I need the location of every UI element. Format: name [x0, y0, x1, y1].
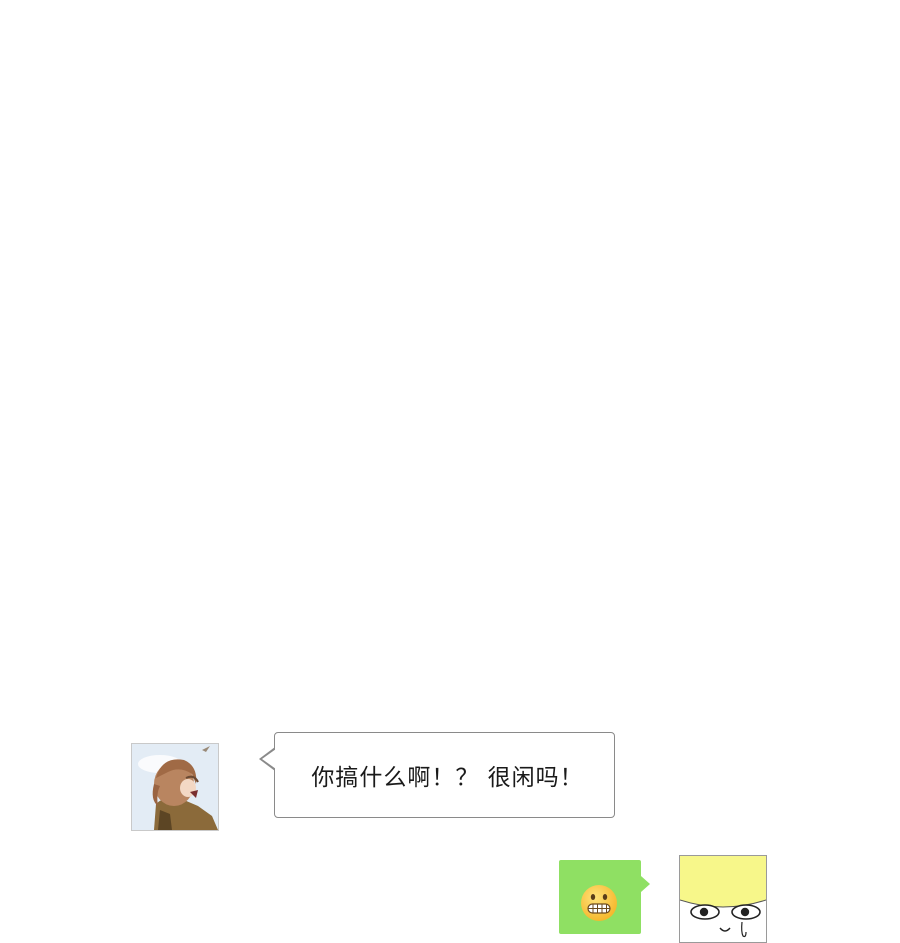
- yellow-face-avatar-icon[interactable]: [679, 855, 767, 943]
- chat-area: 你搞什么啊！？ 很闲吗！: [0, 0, 900, 943]
- outgoing-message-bubble[interactable]: [559, 860, 650, 934]
- incoming-message-bubble[interactable]: 你搞什么啊！？ 很闲吗！: [259, 732, 615, 818]
- grimacing-face-emoji-icon: [581, 885, 617, 921]
- message-text: 你搞什么啊！？ 很闲吗！: [311, 765, 584, 791]
- character-avatar-icon[interactable]: [131, 743, 219, 831]
